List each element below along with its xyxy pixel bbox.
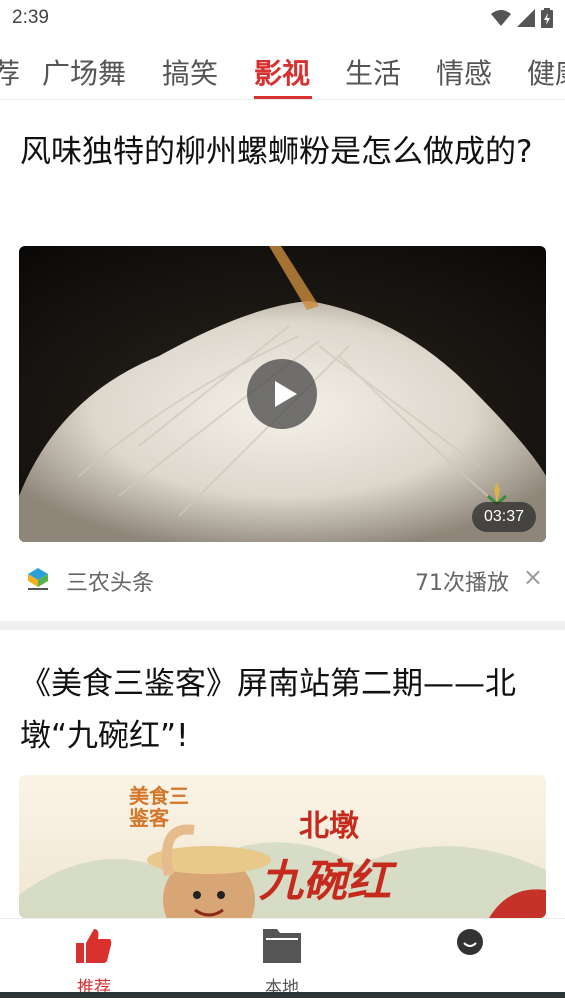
article-card[interactable]: 《美食三鉴客》屏南站第二期——北墩“九碗红”! 美食三鉴客 北墩 九碗红: [0, 630, 565, 918]
system-nav-strip: [0, 992, 565, 998]
card-divider: [0, 621, 565, 630]
tab-funny[interactable]: 搞笑: [162, 52, 218, 92]
tab-emotion[interactable]: 情感: [436, 52, 492, 92]
nav-item-profile[interactable]: [420, 929, 520, 965]
bottom-nav: 推荐 本地: [0, 918, 565, 998]
smile-icon: [457, 929, 483, 955]
status-bar: 2:39: [0, 0, 565, 38]
play-icon: [275, 381, 297, 407]
video-thumbnail[interactable]: 美食三鉴客 北墩 九碗红: [19, 775, 546, 918]
nav-item-local[interactable]: 本地: [232, 929, 332, 998]
article-meta: 三农头条 71次播放 ×: [0, 559, 565, 599]
category-tabs: 荐 广场舞 搞笑 影视 生活 情感 健康: [0, 38, 565, 100]
play-button[interactable]: [247, 359, 317, 429]
poster-headline-large: 九碗红: [259, 856, 391, 907]
show-logo-text: 美食三鉴客: [129, 784, 189, 830]
source-logo-icon: [24, 565, 52, 593]
signal-icon: [517, 9, 535, 27]
poster-headline-small: 北墩: [299, 809, 359, 844]
tab-film-tv[interactable]: 影视: [254, 52, 310, 92]
video-thumbnail[interactable]: 03:37: [19, 246, 546, 542]
tab-health[interactable]: 健康: [527, 52, 565, 92]
dismiss-button[interactable]: ×: [523, 563, 543, 591]
thumbs-up-icon: [76, 929, 112, 963]
status-icons: [491, 8, 553, 28]
tab-recommend[interactable]: 荐: [0, 52, 20, 92]
wifi-icon: [491, 10, 511, 26]
folder-icon: [263, 929, 301, 963]
article-card[interactable]: 风味独特的柳州螺蛳粉是怎么做成的? 03:37 三农头条 71次播放 ×: [0, 100, 565, 621]
article-title[interactable]: 《美食三鉴客》屏南站第二期——北墩“九碗红”!: [20, 658, 545, 762]
source-name[interactable]: 三农头条: [66, 565, 154, 597]
status-time: 2:39: [12, 7, 49, 28]
tab-square-dance[interactable]: 广场舞: [42, 52, 126, 92]
video-duration: 03:37: [471, 502, 536, 532]
play-count: 71次播放: [415, 571, 509, 596]
nav-item-recommend[interactable]: 推荐: [44, 929, 144, 998]
tab-life[interactable]: 生活: [345, 52, 401, 92]
article-title[interactable]: 风味独特的柳州螺蛳粉是怎么做成的?: [20, 126, 545, 178]
battery-icon: [541, 8, 553, 28]
